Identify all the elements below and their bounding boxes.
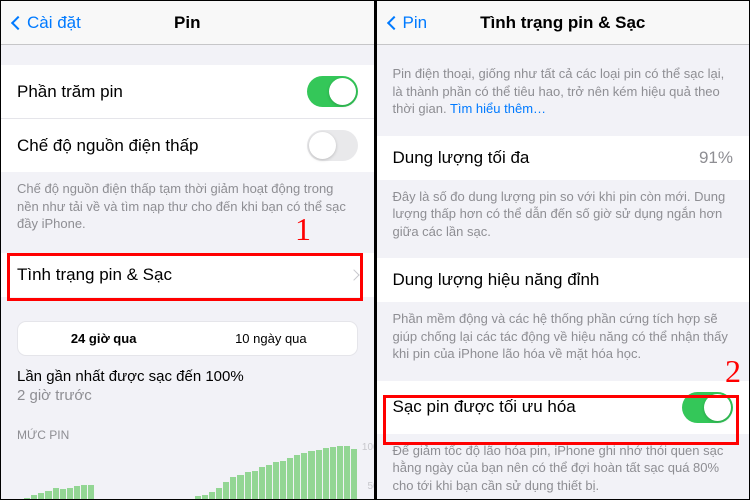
label: Sạc pin được tối ưu hóa [393, 397, 576, 417]
toggle-low-power[interactable] [307, 130, 358, 161]
chart-bar [24, 498, 30, 499]
chart-bar [38, 493, 44, 499]
chart-bar [259, 467, 265, 499]
chart-bar [337, 446, 343, 499]
chart-bar [216, 488, 222, 499]
chart-bar [252, 471, 258, 499]
label: Dung lượng hiệu năng đỉnh [393, 270, 600, 290]
chart-bar [230, 477, 236, 499]
segment-10d[interactable]: 10 ngày qua [187, 324, 354, 353]
chevron-left-icon [386, 15, 400, 29]
value: 91% [699, 148, 733, 168]
chart-bar [287, 458, 293, 499]
chart-bar [74, 486, 80, 499]
toggle-battery-percent[interactable] [307, 76, 358, 107]
intro-body: Pin điện thoại, giống như tất cả các loạ… [393, 66, 725, 116]
annotation-2: 2 [725, 353, 741, 390]
chart-bar [323, 448, 329, 499]
row-peak-performance[interactable]: Dung lượng hiệu năng đỉnh [377, 258, 750, 302]
segment-24h[interactable]: 24 giờ qua [20, 324, 187, 353]
chart-bar [245, 472, 251, 499]
chart-bar [266, 465, 272, 499]
label: Phần trăm pin [17, 82, 123, 102]
chart-bar [316, 450, 322, 499]
nav-bar: Pin Tình trạng pin & Sạc [377, 1, 750, 45]
toggle-knob [704, 394, 731, 421]
group-health: Tình trạng pin & Sạc [1, 253, 374, 297]
group-optimized: Sạc pin được tối ưu hóa [377, 381, 750, 434]
page-title: Tình trạng pin & Sạc [480, 13, 645, 33]
chevron-right-icon [348, 269, 359, 280]
page-title: Pin [174, 13, 200, 33]
label: Tình trạng pin & Sạc [17, 265, 172, 285]
chevron-left-icon [11, 15, 25, 29]
low-power-footer: Chế độ nguồn điện thấp tạm thời giảm hoạ… [1, 172, 374, 245]
intro-text: Pin điện thoại, giống như tất cả các loạ… [377, 45, 750, 130]
last-charge-time: 2 giờ trước [1, 385, 374, 414]
row-battery-percent[interactable]: Phần trăm pin [1, 65, 374, 119]
chart-bar [209, 492, 215, 499]
back-button[interactable]: Cài đặt [13, 13, 81, 33]
chart-bar [351, 449, 357, 499]
optimized-footer: Để giảm tốc độ lão hóa pin, iPhone ghi n… [377, 434, 750, 499]
toggle-knob [329, 78, 356, 105]
chart-bar [280, 461, 286, 499]
row-battery-health[interactable]: Tình trạng pin & Sạc [1, 253, 374, 297]
chart-bar [81, 485, 87, 499]
chart-bar [53, 488, 59, 499]
chart-bar [88, 485, 94, 499]
chart-bar [301, 453, 307, 499]
last-charge-title: Lần gần nhất được sạc đến 100% [1, 356, 374, 385]
y-axis-50: 50% [367, 481, 373, 492]
peak-footer: Phần mềm động và các hệ thống phần cứng … [377, 302, 750, 375]
chart-bar [195, 496, 201, 499]
back-button[interactable]: Pin [389, 13, 428, 33]
toggle-optimized-charging[interactable] [682, 392, 733, 423]
row-low-power[interactable]: Chế độ nguồn điện thấp [1, 119, 374, 172]
segmented-control[interactable]: 24 giờ qua 10 ngày qua [17, 321, 358, 356]
toggle-knob [309, 132, 336, 159]
chart-bar [344, 446, 350, 499]
nav-bar: Cài đặt Pin [1, 1, 374, 45]
screen-battery-settings: Cài đặt Pin Phần trăm pin Chế độ nguồn đ… [1, 1, 374, 499]
y-axis-100: 100% [362, 442, 374, 453]
back-label: Cài đặt [27, 13, 81, 33]
chart-bar [237, 475, 243, 499]
row-optimized-charging[interactable]: Sạc pin được tối ưu hóa [377, 381, 750, 434]
max-capacity-footer: Đây là số đo dung lượng pin so với khi p… [377, 180, 750, 253]
chart-bar [45, 491, 51, 499]
battery-chart: 100% 50% [17, 446, 358, 499]
chart-bar [273, 462, 279, 499]
group-peak: Dung lượng hiệu năng đỉnh [377, 258, 750, 302]
chart-bar [330, 447, 336, 499]
annotation-1: 1 [295, 211, 311, 248]
chart-bar [294, 455, 300, 499]
row-max-capacity: Dung lượng tối đa 91% [377, 136, 750, 180]
chart-bar [60, 489, 66, 499]
chart-bar [67, 488, 73, 499]
group-max-capacity: Dung lượng tối đa 91% [377, 136, 750, 180]
chart-bar [223, 482, 229, 499]
group-toggles: Phần trăm pin Chế độ nguồn điện thấp [1, 65, 374, 172]
label: Chế độ nguồn điện thấp [17, 136, 199, 156]
chart-bar [202, 495, 208, 499]
chart-bar [31, 495, 37, 499]
chart-header: MỨC PIN [1, 414, 374, 446]
label: Dung lượng tối đa [393, 148, 530, 168]
screen-battery-health: Pin Tình trạng pin & Sạc Pin điện thoại,… [377, 1, 750, 499]
back-label: Pin [403, 13, 428, 33]
chart-bar [308, 451, 314, 499]
learn-more-link[interactable]: Tìm hiểu thêm… [450, 101, 546, 116]
